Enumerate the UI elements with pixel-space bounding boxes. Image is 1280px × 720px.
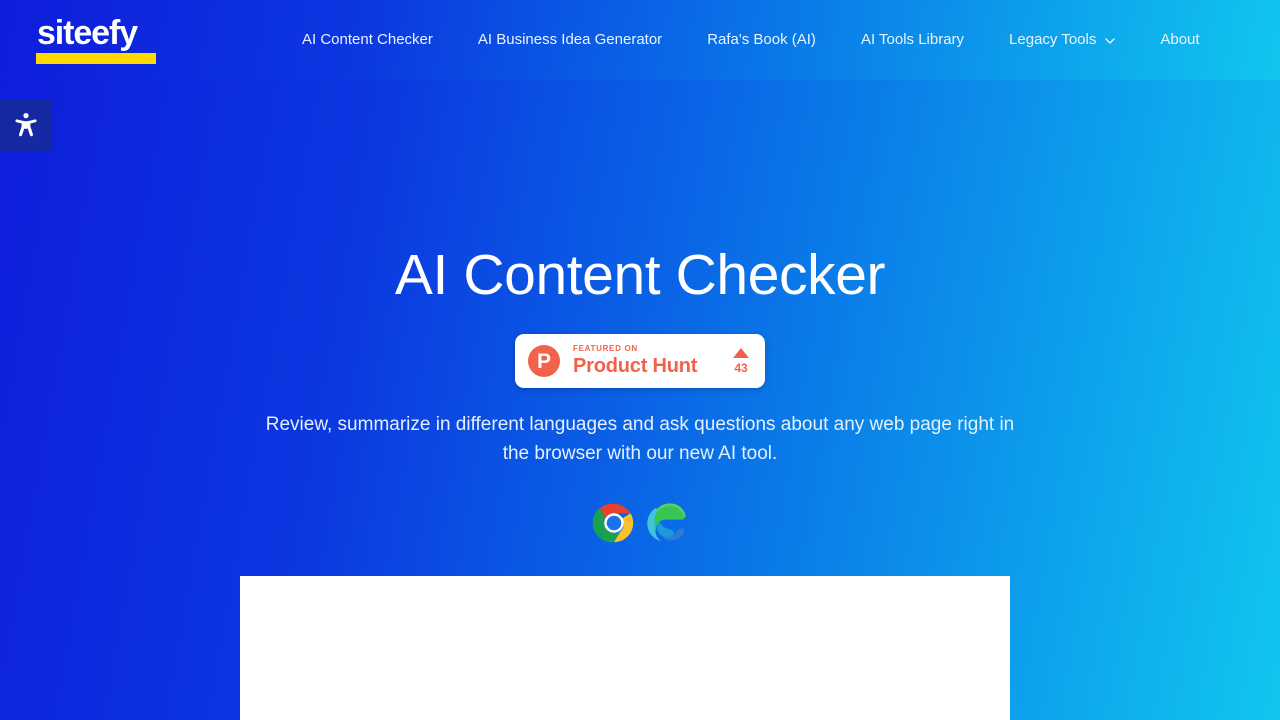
- demo-content-panel[interactable]: [240, 576, 1010, 720]
- product-hunt-logo-icon: P: [528, 345, 560, 377]
- hero-subtitle: Review, summarize in different languages…: [265, 414, 1015, 464]
- nav-about[interactable]: About: [1160, 24, 1199, 56]
- upvote-triangle-icon: [733, 347, 749, 358]
- product-hunt-badge[interactable]: P FEATURED ON Product Hunt 43: [515, 334, 765, 388]
- page-title: AI Content Checker: [394, 243, 886, 307]
- browser-support-row: [0, 500, 1280, 551]
- chrome-icon[interactable]: [591, 500, 637, 551]
- product-hunt-vote-group[interactable]: 43: [733, 347, 751, 375]
- product-hunt-kicker: FEATURED ON: [573, 344, 638, 353]
- nav-label: AI Content Checker: [302, 31, 433, 48]
- siteefy-logo-underline: [36, 53, 156, 64]
- site-header: siteefy AI Content Checker AI Business I…: [0, 0, 1280, 80]
- product-hunt-text-group: FEATURED ON Product Hunt: [573, 344, 733, 378]
- nav-ai-business-idea-generator[interactable]: AI Business Idea Generator: [478, 24, 662, 56]
- nav-label: AI Business Idea Generator: [477, 31, 663, 48]
- nav-rafas-book-ai[interactable]: Rafa's Book (AI): [707, 24, 816, 56]
- product-hunt-vote-count: 43: [734, 360, 748, 375]
- product-hunt-badge-wrapper: P FEATURED ON Product Hunt 43: [0, 334, 1280, 388]
- siteefy-logo[interactable]: siteefy: [36, 16, 164, 64]
- product-hunt-name: Product Hunt: [573, 355, 698, 377]
- nav-legacy-tools[interactable]: Legacy Tools: [1009, 24, 1116, 56]
- nav-ai-content-checker[interactable]: AI Content Checker: [302, 24, 433, 56]
- hero-section: AI Content Checker P FEATURED ON Product…: [0, 80, 1280, 551]
- edge-icon[interactable]: [643, 500, 689, 551]
- nav-label: About: [1160, 31, 1200, 48]
- accessibility-toolbar-button[interactable]: [0, 100, 52, 152]
- nav-label: AI Tools Library: [860, 31, 965, 48]
- nav-label: Legacy Tools: [1009, 31, 1097, 48]
- main-navigation: AI Content Checker AI Business Idea Gene…: [302, 24, 1200, 56]
- nav-ai-tools-library[interactable]: AI Tools Library: [861, 24, 964, 56]
- chevron-down-icon: [1105, 36, 1116, 46]
- accessibility-person-icon: [11, 111, 41, 141]
- siteefy-logo-text: siteefy: [37, 14, 138, 52]
- nav-label: Rafa's Book (AI): [707, 31, 816, 48]
